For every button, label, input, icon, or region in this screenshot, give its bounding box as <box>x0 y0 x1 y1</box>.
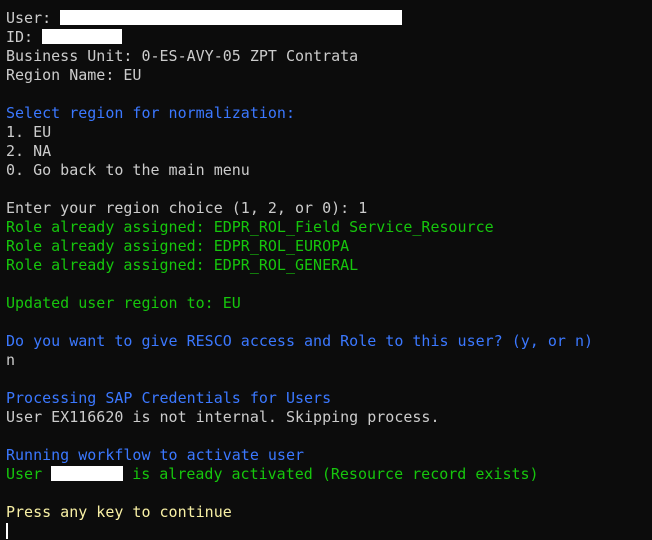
activated-prefix: User <box>6 465 43 483</box>
user-line: User: <box>6 9 652 28</box>
id-line: ID: <box>6 28 652 47</box>
menu-option-eu: 1. EU <box>6 123 52 141</box>
menu-option-na: 2. NA <box>6 142 52 160</box>
select-region-prompt: Select region for normalization: <box>6 104 295 122</box>
text-cursor <box>6 523 8 539</box>
business-unit-line: Business Unit: 0-ES-AVY-05 ZPT Contrata <box>6 47 359 65</box>
menu-option-back: 0. Go back to the main menu <box>6 161 250 179</box>
user-activated-line: User is already activated (Resource reco… <box>6 465 652 484</box>
user-label: User: <box>6 9 52 27</box>
sap-processing-line: Processing SAP Credentials for Users <box>6 389 332 407</box>
redacted-user-name <box>60 10 403 25</box>
activated-suffix: is already activated (Resource record ex… <box>132 465 539 483</box>
sap-skip-line: User EX116620 is not internal. Skipping … <box>6 408 440 426</box>
workflow-running-line: Running workflow to activate user <box>6 446 305 464</box>
terminal-window[interactable]: User: ID: Business Unit: 0-ES-AVY-05 ZPT… <box>0 0 652 540</box>
resco-access-prompt: Do you want to give RESCO access and Rol… <box>6 332 593 350</box>
cursor-line <box>6 522 652 540</box>
role-assigned-line: Role already assigned: EDPR_ROL_GENERAL <box>6 256 359 274</box>
role-assigned-line: Role already assigned: EDPR_ROL_EUROPA <box>6 237 350 255</box>
redacted-user-id <box>42 29 123 44</box>
updated-region-line: Updated user region to: EU <box>6 294 241 312</box>
resco-answer-line: n <box>6 351 16 369</box>
redacted-activated-user <box>51 466 124 481</box>
region-choice-input-line: Enter your region choice (1, 2, or 0): 1 <box>6 199 368 217</box>
id-label: ID: <box>6 28 34 46</box>
region-name-line: Region Name: EU <box>6 66 142 84</box>
press-any-key-line: Press any key to continue <box>6 503 232 521</box>
role-assigned-line: Role already assigned: EDPR_ROL_Field Se… <box>6 218 494 236</box>
